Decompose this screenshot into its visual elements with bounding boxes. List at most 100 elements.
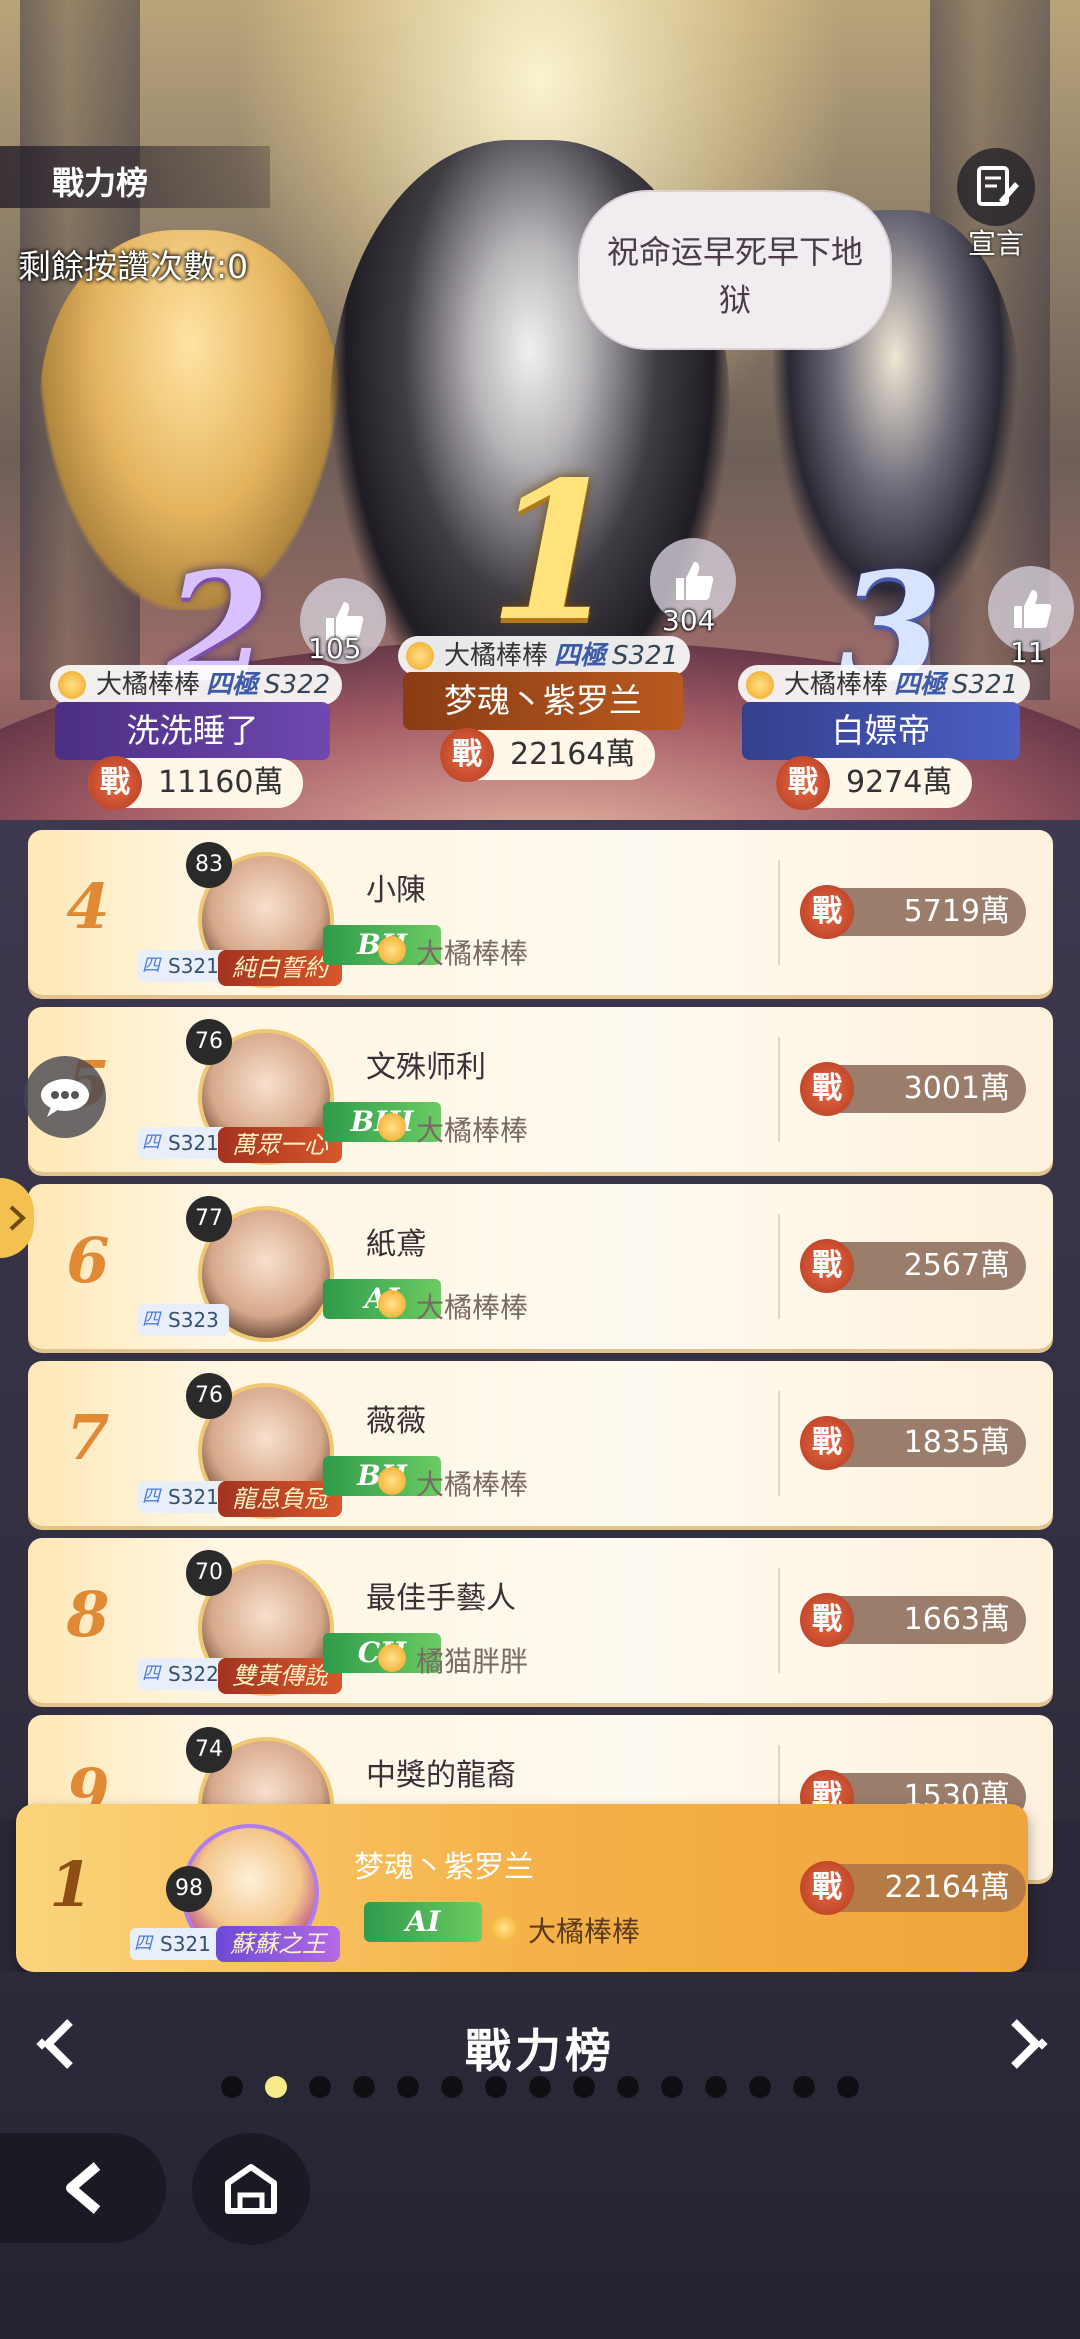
guild-flame-icon	[58, 671, 86, 699]
page-dot[interactable]	[573, 2076, 595, 2098]
divider	[778, 860, 780, 965]
page-dot[interactable]	[837, 2076, 859, 2098]
rank-3-guild: 大橘棒棒	[784, 670, 889, 700]
power-icon: 戰	[440, 728, 494, 782]
server-tag: S321	[138, 950, 229, 982]
home-icon	[225, 2164, 277, 2214]
page-dot[interactable]	[353, 2076, 375, 2098]
rank-2-guild-tag: 大橘棒棒 四極 S322	[50, 665, 343, 705]
declaration-button[interactable]: 宣言	[950, 148, 1042, 260]
rank-2-power: 戰 11160萬	[88, 756, 304, 810]
server-tag: S321	[138, 1481, 229, 1513]
rank-1-power: 戰 22164萬	[440, 728, 656, 782]
edit-note-icon	[957, 148, 1035, 226]
power-pill: 戰 3001萬	[800, 1062, 1026, 1116]
ranking-row[interactable]: 6 77 S323 AI 紙鳶 大橘棒棒 戰 2567萬	[28, 1184, 1053, 1349]
speech-bubble: 祝命运早死早下地狱	[578, 190, 892, 350]
my-ranking-row[interactable]: 1 98 S321 蘇蘇之王 AI 梦魂丶紫罗兰 大橘棒棒 戰 22164萬	[16, 1804, 1028, 1972]
page-dot[interactable]	[221, 2076, 243, 2098]
ranking-row[interactable]: 8 70 S322 雙黃傳說 CII 最佳手藝人 橘猫胖胖 戰 1663萬	[28, 1538, 1053, 1703]
power-icon: 戰	[800, 1239, 854, 1293]
rank-2-guild: 大橘棒棒	[96, 670, 201, 700]
power-icon: 戰	[800, 1416, 854, 1470]
level-badge: 70	[186, 1550, 232, 1596]
divider	[778, 1037, 780, 1142]
chevron-right-icon	[1011, 2019, 1048, 2069]
player-name: 中獎的龍裔	[366, 1758, 516, 1793]
page-dot[interactable]	[617, 2076, 639, 2098]
rank-1-guild: 大橘棒棒	[444, 641, 549, 671]
row-rank: 4	[66, 870, 110, 943]
rank-1-server: S321	[612, 641, 679, 671]
page-dot[interactable]	[397, 2076, 419, 2098]
rank-1-name[interactable]: 梦魂丶紫罗兰	[403, 672, 683, 730]
rank-1-guild-rank: 四極	[554, 641, 607, 671]
power-pill: 戰 1835萬	[800, 1416, 1026, 1470]
player-guild: 大橘棒棒	[377, 1286, 528, 1326]
rank-3-power-value: 9274萬	[846, 765, 953, 800]
home-button[interactable]	[192, 2133, 310, 2245]
rank-2-power-value: 11160萬	[158, 765, 284, 800]
thumbs-up-icon	[1014, 590, 1052, 628]
page-dot[interactable]	[265, 2076, 287, 2098]
page-dot[interactable]	[441, 2076, 463, 2098]
my-player-guild: 大橘棒棒	[489, 1910, 640, 1950]
power-icon: 戰	[800, 1861, 854, 1915]
rank-3-name[interactable]: 白嫖帝	[742, 702, 1020, 760]
next-board-button[interactable]	[990, 2008, 1060, 2080]
power-icon: 戰	[800, 1593, 854, 1647]
rank-2-like-count: 105	[308, 632, 362, 665]
level-badge: 76	[186, 1373, 232, 1419]
player-guild: 大橘棒棒	[377, 932, 528, 972]
chat-button[interactable]	[24, 1056, 106, 1138]
server-tag: S323	[138, 1304, 229, 1336]
chevron-right-icon	[9, 1205, 26, 1231]
page-indicator	[210, 2076, 870, 2100]
power-value: 2567萬	[903, 1248, 1010, 1283]
my-player-name: 梦魂丶紫罗兰	[354, 1850, 534, 1885]
page-dot[interactable]	[661, 2076, 683, 2098]
page-dot[interactable]	[749, 2076, 771, 2098]
ranking-tab-label: 戰力榜	[52, 164, 149, 202]
divider	[778, 1391, 780, 1496]
power-pill: 戰 2567萬	[800, 1239, 1026, 1293]
player-name: 薇薇	[366, 1404, 426, 1439]
power-icon: 戰	[800, 1062, 854, 1116]
rank-3-server: S321	[952, 670, 1019, 700]
power-icon: 戰	[800, 885, 854, 939]
rank-2-server: S322	[264, 670, 331, 700]
ranking-row[interactable]: 5 76 S321 萬眾一心 BIII 文殊师利 大橘棒棒 戰 3001萬	[28, 1007, 1053, 1172]
rank-1-like-count: 304	[662, 604, 716, 637]
page-dot[interactable]	[529, 2076, 551, 2098]
ranking-tab: 戰力榜	[0, 146, 270, 208]
level-badge: 77	[186, 1196, 232, 1242]
page-dot[interactable]	[705, 2076, 727, 2098]
power-value: 5719萬	[903, 894, 1010, 929]
ranking-row[interactable]: 7 76 S321 龍息負冠 BII 薇薇 大橘棒棒 戰 1835萬	[28, 1361, 1053, 1526]
player-guild: 大橘棒棒	[377, 1463, 528, 1503]
rank-2-name[interactable]: 洗洗睡了	[55, 702, 330, 760]
ranking-list[interactable]: 4 83 S321 純白誓約 BII 小陳 大橘棒棒 戰 5719萬 5 76 …	[0, 820, 1080, 1880]
rank-2-guild-rank: 四極	[206, 670, 259, 700]
level-badge: 83	[186, 842, 232, 888]
ranking-row[interactable]: 4 83 S321 純白誓約 BII 小陳 大橘棒棒 戰 5719萬	[28, 830, 1053, 995]
power-value: 1835萬	[903, 1425, 1010, 1460]
my-title-badge: 蘇蘇之王	[216, 1926, 340, 1962]
my-rank: 1	[49, 1848, 93, 1921]
server-tag: S322	[138, 1658, 229, 1690]
power-value: 1663萬	[903, 1602, 1010, 1637]
guild-flame-icon	[406, 642, 434, 670]
back-arrow-icon	[66, 2162, 101, 2214]
page-dot[interactable]	[793, 2076, 815, 2098]
power-icon: 戰	[88, 756, 142, 810]
my-level-badge: 98	[166, 1866, 212, 1912]
guild-flame-icon	[746, 671, 774, 699]
chat-bubble-icon	[41, 1079, 89, 1117]
page-dot[interactable]	[309, 2076, 331, 2098]
page-dot[interactable]	[485, 2076, 507, 2098]
divider	[778, 1214, 780, 1319]
back-button[interactable]	[0, 2133, 166, 2243]
speech-text: 祝命运早死早下地狱	[606, 233, 863, 319]
player-guild: 橘猫胖胖	[377, 1640, 528, 1680]
power-pill: 戰 1663萬	[800, 1593, 1026, 1647]
